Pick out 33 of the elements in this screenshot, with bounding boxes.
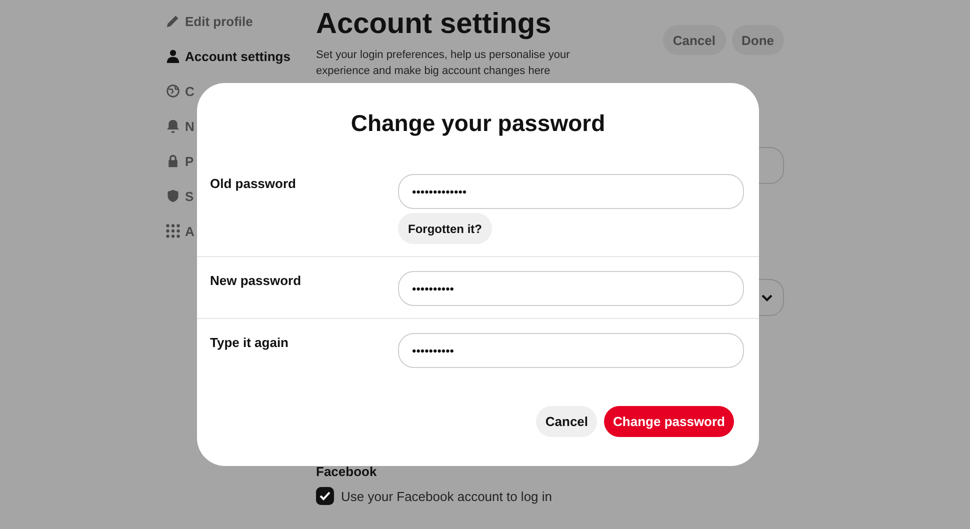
sidebar-item[interactable]: Account settings bbox=[166, 47, 290, 65]
change-password-button[interactable]: Change password bbox=[604, 406, 734, 437]
lock-icon bbox=[166, 154, 180, 168]
grid-icon bbox=[166, 224, 180, 238]
field-label: Old password bbox=[210, 175, 297, 193]
sidebar-item[interactable]: A bbox=[166, 222, 194, 240]
sidebar-item[interactable]: C bbox=[166, 82, 194, 100]
sidebar-item[interactable]: S bbox=[166, 187, 194, 205]
person-icon bbox=[166, 49, 180, 63]
cancel-button[interactable]: Cancel bbox=[536, 406, 598, 437]
field-label: New password bbox=[210, 272, 302, 290]
shield-icon bbox=[166, 189, 180, 203]
checkmark-icon bbox=[319, 491, 331, 501]
password-field[interactable]: •••••••••• bbox=[398, 271, 744, 306]
header-button[interactable]: Cancel bbox=[662, 25, 726, 55]
page-title: Account settings bbox=[316, 8, 552, 41]
sidebar-item[interactable]: P bbox=[166, 152, 194, 170]
sidebar-item[interactable]: N bbox=[166, 117, 194, 135]
section-heading: Facebook bbox=[316, 464, 378, 479]
forgot-password-button[interactable]: Forgotten it? bbox=[398, 213, 492, 244]
pencil-icon bbox=[166, 14, 180, 28]
header-button[interactable]: Done bbox=[732, 25, 784, 55]
dialog-title: Change your password bbox=[350, 110, 606, 137]
checkbox-label: Use your Facebook account to log in bbox=[341, 488, 552, 504]
sidebar-item[interactable]: Edit profile bbox=[166, 12, 253, 30]
field-label: Type it again bbox=[210, 334, 290, 352]
password-field[interactable]: ••••••••••••• bbox=[398, 174, 744, 209]
globe-icon bbox=[166, 84, 180, 98]
page-description: Set your login preferences, help us personalise your experience and make big account changes here bbox=[316, 48, 571, 79]
checkbox[interactable] bbox=[316, 487, 334, 505]
bell-icon bbox=[166, 119, 180, 133]
password-field[interactable]: •••••••••• bbox=[398, 333, 744, 368]
chevron-down-icon bbox=[761, 294, 773, 302]
